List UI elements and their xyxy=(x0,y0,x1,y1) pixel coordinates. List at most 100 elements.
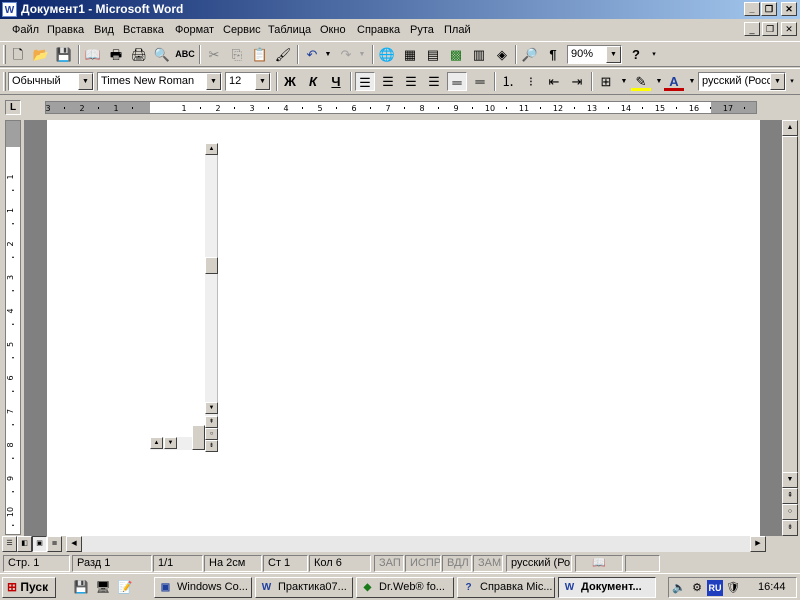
web-view-icon[interactable]: ◧ xyxy=(17,536,32,552)
chevron-down-icon[interactable]: ▼ xyxy=(770,73,785,90)
quick-launch-save-icon[interactable]: 💾 xyxy=(72,579,90,596)
tables-borders-icon[interactable]: ▦ xyxy=(400,45,420,64)
menu-help[interactable]: Справка xyxy=(357,24,400,36)
toolbar-options-icon[interactable]: ▾ xyxy=(786,72,798,91)
frame-scroll-right-icon[interactable]: ▼ xyxy=(164,437,177,449)
frame-vertical-scrollbar[interactable]: ▲ ▼ xyxy=(205,143,218,416)
chevron-down-icon[interactable]: ▼ xyxy=(78,73,93,90)
quick-launch-desktop-icon[interactable]: 🖥 xyxy=(94,579,112,596)
language-indicator[interactable]: RU xyxy=(707,580,723,596)
numbering-icon[interactable]: ⒈ xyxy=(498,72,518,91)
insert-excel-icon[interactable]: ▩ xyxy=(446,45,466,64)
menu-edit[interactable]: Правка xyxy=(47,24,84,36)
borders-icon[interactable]: ⊞ xyxy=(596,72,616,91)
clock[interactable]: 16:44 xyxy=(758,581,786,593)
speaker-icon[interactable]: 🔈 xyxy=(671,580,687,596)
spelling-check-icon[interactable]: ABC xyxy=(175,45,195,64)
document-page[interactable] xyxy=(47,120,760,536)
print-icon[interactable]: 🖶 xyxy=(106,45,126,64)
vertical-scrollbar[interactable]: ▲ ▼ ⇞ ○ ⇟ xyxy=(782,120,798,536)
menu-ruta[interactable]: Рута xyxy=(410,24,434,36)
chevron-down-icon[interactable]: ▼ xyxy=(206,73,221,90)
font-select[interactable]: Times New Roman ▼ xyxy=(97,72,222,91)
taskbar-task[interactable]: ? Справка Mic... xyxy=(457,577,555,598)
new-document-icon[interactable]: 🗋 xyxy=(8,45,28,64)
horizontal-ruler[interactable]: 3 2 1 1 2 3 4 5 6 7 8 9 10 11 12 13 14 15 16 17 xyxy=(45,101,757,114)
horizontal-scrollbar[interactable]: ◀ ▶ xyxy=(66,536,766,552)
title-bar[interactable]: W Документ1 - Microsoft Word _ ❐ ✕ xyxy=(0,0,800,19)
menu-tools[interactable]: Сервис xyxy=(223,24,261,36)
menu-view[interactable]: Вид xyxy=(94,24,114,36)
italic-button[interactable]: К xyxy=(303,72,323,91)
scroll-left-icon[interactable]: ◀ xyxy=(66,536,82,552)
bullets-icon[interactable]: ⁝ xyxy=(521,72,541,91)
align-left-icon[interactable]: ☰ xyxy=(355,72,375,91)
chevron-down-icon[interactable]: ▼ xyxy=(606,46,621,63)
frame-next-page-icon[interactable]: ⇟ xyxy=(205,440,218,452)
cut-icon[interactable]: ✂ xyxy=(204,45,224,64)
status-overtype[interactable]: ЗАМ xyxy=(473,555,503,572)
chevron-down-icon[interactable]: ▼ xyxy=(255,73,270,90)
status-position[interactable]: На 2см xyxy=(204,555,262,572)
menu-format[interactable]: Формат xyxy=(175,24,214,36)
align-right-icon[interactable]: ☰ xyxy=(401,72,421,91)
toolbar-grip[interactable] xyxy=(3,45,6,64)
frame-scroll-hthumb[interactable] xyxy=(192,425,205,450)
open-folder-icon[interactable]: 📂 xyxy=(31,45,51,64)
frame-scroll-left-icon[interactable]: ▲ xyxy=(150,437,163,449)
save-icon[interactable]: 💾 xyxy=(54,45,74,64)
spelling-status-icon[interactable]: 📖 xyxy=(575,555,623,572)
menu-table[interactable]: Таблица xyxy=(268,24,311,36)
doc-close-button[interactable]: ✕ xyxy=(781,22,797,36)
taskbar-task[interactable]: ◆ Dr.Web® fo... xyxy=(356,577,454,598)
underline-button[interactable]: Ч xyxy=(326,72,346,91)
status-track-changes[interactable]: ИСПР xyxy=(405,555,441,572)
doc-minimize-button[interactable]: _ xyxy=(744,22,760,36)
toolbar-options-icon[interactable]: ▾ xyxy=(644,45,664,64)
frame-scroll-thumb[interactable] xyxy=(205,257,218,274)
taskbar-task[interactable]: ▣ Windows Co... xyxy=(154,577,252,598)
start-button[interactable]: ⊞ Пуск xyxy=(2,577,56,598)
paste-icon[interactable]: 📋 xyxy=(250,45,270,64)
vertical-ruler[interactable]: 11234567891011 xyxy=(5,120,21,535)
font-size-select[interactable]: 12 ▼ xyxy=(225,72,271,91)
network-icon[interactable]: ⚙ xyxy=(689,580,705,596)
print-preview-icon[interactable]: 🖨 xyxy=(129,45,149,64)
redo-dropdown-icon[interactable]: ▼ xyxy=(352,45,372,64)
line-spacing-icon[interactable]: ═ xyxy=(470,72,490,91)
menu-insert[interactable]: Вставка xyxy=(123,24,164,36)
scroll-thumb[interactable] xyxy=(782,136,798,474)
quick-launch-notes-icon[interactable]: 📝 xyxy=(116,579,134,596)
minimize-button[interactable]: _ xyxy=(744,2,760,16)
distributed-icon[interactable]: ═ xyxy=(447,72,467,91)
bold-button[interactable]: Ж xyxy=(280,72,300,91)
menu-file[interactable]: Файл xyxy=(12,24,39,36)
status-extend[interactable]: ВДЛ xyxy=(442,555,472,572)
close-button[interactable]: ✕ xyxy=(781,2,797,16)
columns-icon[interactable]: ▥ xyxy=(469,45,489,64)
format-painter-icon[interactable]: 🖌 xyxy=(273,45,293,64)
drawing-icon[interactable]: ◈ xyxy=(492,45,512,64)
status-column[interactable]: Кол 6 xyxy=(309,555,371,572)
undo-dropdown-icon[interactable]: ▼ xyxy=(318,45,338,64)
browse-object-icon[interactable]: ○ xyxy=(782,504,798,520)
zoom-select[interactable]: 90% ▼ xyxy=(567,45,622,64)
toolbar-grip[interactable] xyxy=(3,72,6,91)
justify-icon[interactable]: ☰ xyxy=(424,72,444,91)
normal-view-icon[interactable]: ☰ xyxy=(2,536,17,552)
align-center-icon[interactable]: ☰ xyxy=(378,72,398,91)
help-icon[interactable]: ? xyxy=(626,45,646,64)
frame-horizontal-scrollbar[interactable]: ▲ ▼ xyxy=(150,425,205,450)
show-formatting-icon[interactable]: ¶ xyxy=(543,45,563,64)
copy-icon[interactable]: ⎘ xyxy=(227,45,247,64)
taskbar-task-active[interactable]: W Документ... xyxy=(558,577,656,598)
highlight-icon[interactable]: ✎ xyxy=(631,72,651,91)
status-record[interactable]: ЗАП xyxy=(374,555,404,572)
frame-scroll-up-icon[interactable]: ▲ xyxy=(205,143,218,155)
tab-selector[interactable]: L xyxy=(5,100,21,115)
language-select[interactable]: русский (Росс ▼ xyxy=(698,72,786,91)
doc-restore-button[interactable]: ❐ xyxy=(762,22,778,36)
status-language[interactable]: русский (Ро xyxy=(506,555,572,572)
font-color-icon[interactable]: A xyxy=(664,72,684,91)
hyperlink-icon[interactable]: 🌐 xyxy=(377,45,397,64)
